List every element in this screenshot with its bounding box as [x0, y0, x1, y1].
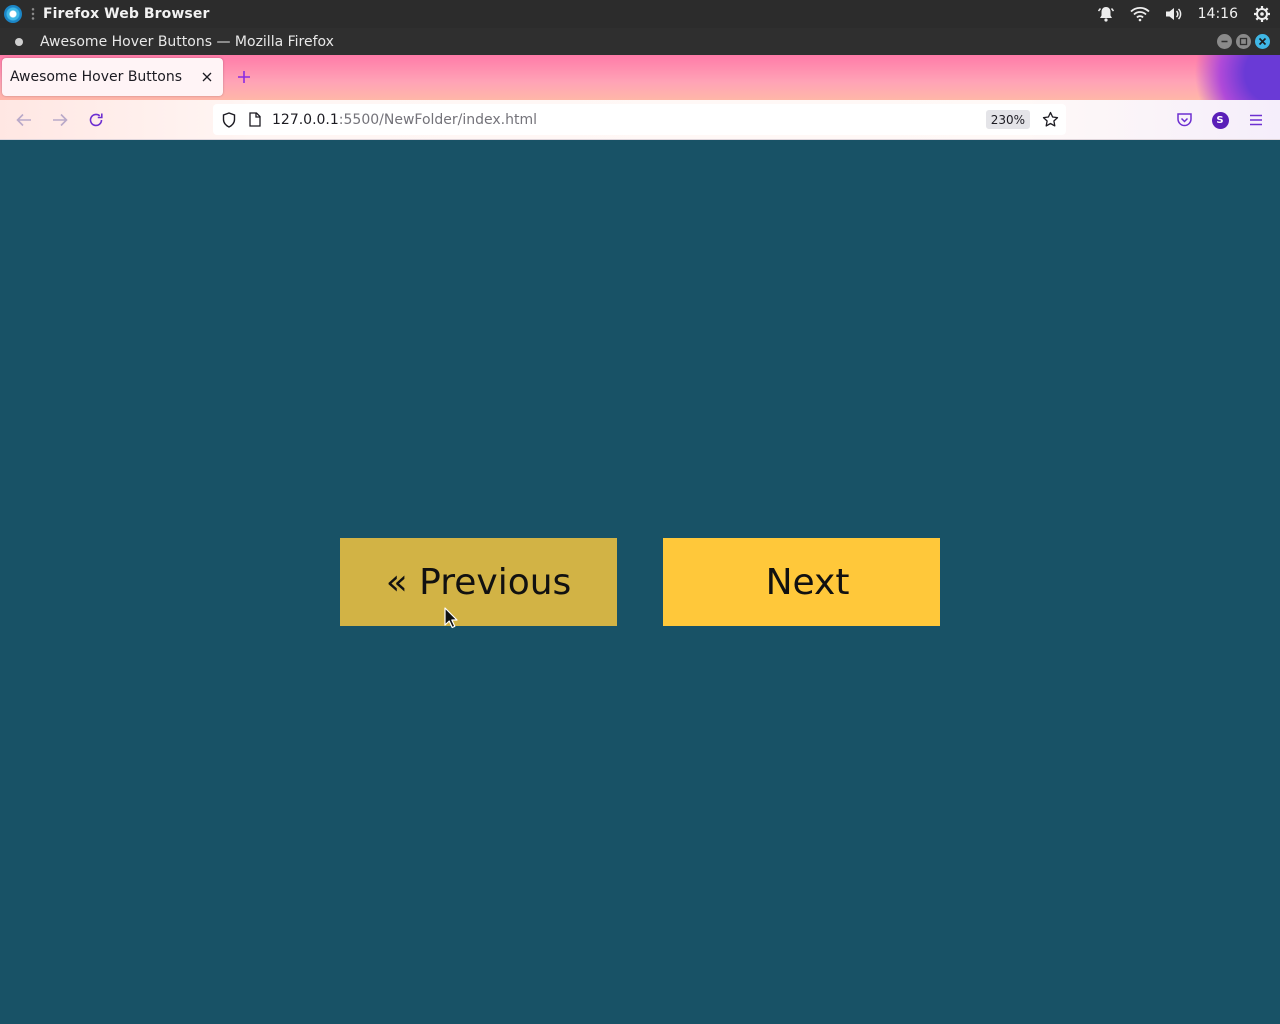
- pocket-icon[interactable]: [1173, 109, 1195, 131]
- system-top-bar: Firefox Web Browser 14:16: [0, 0, 1280, 28]
- zoom-level-badge[interactable]: 230%: [985, 110, 1030, 129]
- tracking-protection-shield-icon[interactable]: [220, 111, 238, 129]
- page-info-icon[interactable]: [247, 111, 263, 129]
- account-avatar[interactable]: S: [1209, 109, 1231, 131]
- drag-handle-icon: [31, 7, 35, 21]
- window-title: Awesome Hover Buttons — Mozilla Firefox: [40, 33, 334, 50]
- window-title-bar: Awesome Hover Buttons — Mozilla Firefox: [0, 28, 1280, 55]
- close-window-button[interactable]: [1255, 34, 1270, 49]
- next-button[interactable]: Next: [663, 538, 940, 626]
- url-host: 127.0.0.1: [272, 111, 339, 128]
- window-menu-dot-icon[interactable]: [15, 37, 23, 46]
- tab-awesome-hover-buttons[interactable]: Awesome Hover Buttons: [2, 58, 223, 96]
- firefox-app-icon[interactable]: [4, 5, 22, 23]
- navigation-toolbar: 127.0.0.1:5500/NewFolder/index.html 230%…: [0, 100, 1280, 140]
- wifi-icon[interactable]: [1130, 4, 1150, 24]
- maximize-button[interactable]: [1236, 34, 1251, 49]
- active-app-name[interactable]: Firefox Web Browser: [43, 6, 209, 22]
- forward-arrow-icon[interactable]: [49, 109, 71, 131]
- alarm-bell-icon[interactable]: [1096, 4, 1116, 24]
- minimize-button[interactable]: [1217, 34, 1232, 49]
- bookmark-star-icon[interactable]: [1041, 110, 1060, 129]
- mouse-pointer-icon: [444, 607, 458, 629]
- previous-button[interactable]: « Previous: [340, 538, 617, 626]
- url-bar[interactable]: 127.0.0.1:5500/NewFolder/index.html 230%: [213, 104, 1066, 135]
- url-path: :5500/NewFolder/index.html: [338, 111, 538, 128]
- settings-gear-icon[interactable]: [1252, 4, 1272, 24]
- page-content: « Previous Next: [0, 141, 1280, 1024]
- tab-label: Awesome Hover Buttons: [10, 69, 183, 85]
- back-arrow-icon[interactable]: [13, 109, 35, 131]
- tab-strip: Awesome Hover Buttons: [0, 55, 1280, 100]
- avatar-initial: S: [1211, 111, 1229, 129]
- new-tab-plus-icon[interactable]: [234, 67, 254, 87]
- url-text[interactable]: 127.0.0.1:5500/NewFolder/index.html: [272, 112, 537, 128]
- hamburger-menu-icon[interactable]: [1245, 109, 1267, 131]
- reload-icon[interactable]: [85, 109, 107, 131]
- volume-icon[interactable]: [1164, 4, 1184, 24]
- close-tab-icon[interactable]: [197, 67, 217, 87]
- clock[interactable]: 14:16: [1198, 6, 1238, 22]
